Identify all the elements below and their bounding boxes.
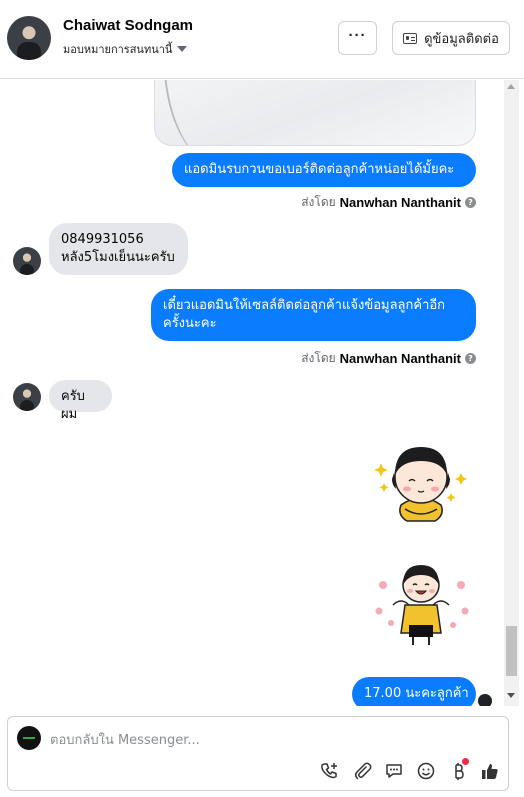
thread-scrollbar[interactable] xyxy=(504,80,519,706)
help-icon[interactable]: ? xyxy=(465,197,476,208)
message-bubble-incoming[interactable]: ครับผม xyxy=(49,380,112,422)
more-icon: ··· xyxy=(348,26,367,44)
contact-avatar-small[interactable] xyxy=(13,383,41,411)
add-call-button[interactable] xyxy=(314,758,346,784)
sticker-girl-cheering[interactable] xyxy=(369,563,473,647)
like-button[interactable] xyxy=(474,758,506,784)
sent-by-prefix: ส่งโดย xyxy=(301,195,336,209)
view-contact-info-label: ดูข้อมูลติดต่อ xyxy=(424,30,499,46)
message-text-line: ครั้งนะคะ xyxy=(163,316,217,331)
message-text: 17.00 นะคะลูกค้า xyxy=(364,686,469,701)
chevron-down-icon xyxy=(177,46,188,52)
sticker-girl-blushing[interactable] xyxy=(369,435,473,525)
conversation-header: Chaiwat Sodngam มอบหมายการสนทนานี้ ··· ด… xyxy=(0,0,524,79)
seen-indicator-avatar xyxy=(478,694,492,706)
attach-file-button[interactable] xyxy=(346,758,378,784)
message-thread: แอดมินรบกวนขอเบอร์ติดต่อลูกค้าหน่อยได้มั… xyxy=(0,80,504,706)
sent-by-name: Nanwhan Nanthanit xyxy=(339,195,461,210)
message-bubble-outgoing[interactable]: 17.00 นะคะลูกค้า xyxy=(352,677,476,706)
contact-avatar-small[interactable] xyxy=(13,247,41,275)
sent-by-label: ส่งโดย Nanwhan Nanthanit ? xyxy=(301,349,476,368)
assign-conversation-dropdown[interactable]: มอบหมายการสนทนานี้ xyxy=(63,40,188,58)
emoji-button[interactable] xyxy=(410,758,442,784)
message-text-line: หลัง5โมงเย็นนะครับ xyxy=(61,250,175,265)
message-text-line: 0849931056 xyxy=(61,232,144,247)
assign-conversation-label: มอบหมายการสนทนานี้ xyxy=(63,44,173,56)
attachment-icon xyxy=(355,762,372,780)
more-options-button[interactable]: ··· xyxy=(338,21,377,55)
like-icon xyxy=(482,764,498,779)
message-bubble-outgoing[interactable]: เดี๋ยวแอดมินให้เซลล์ติดต่อลูกค้าแจ้งข้อม… xyxy=(151,289,476,341)
saved-replies-button[interactable] xyxy=(378,758,410,784)
composer-toolbar xyxy=(314,758,506,784)
messenger-conversation-panel: Chaiwat Sodngam มอบหมายการสนทนานี้ ··· ด… xyxy=(0,0,524,797)
sent-by-name: Nanwhan Nanthanit xyxy=(339,351,461,366)
scroll-down-arrow-icon[interactable] xyxy=(507,693,515,698)
message-bubble-outgoing[interactable]: แอดมินรบกวนขอเบอร์ติดต่อลูกค้าหน่อยได้มั… xyxy=(172,153,476,187)
sent-by-prefix: ส่งโดย xyxy=(301,351,336,365)
reply-input[interactable] xyxy=(50,729,490,751)
contact-avatar[interactable] xyxy=(7,16,51,60)
message-text: ครับผม xyxy=(61,389,85,422)
message-text: แอดมินรบกวนขอเบอร์ติดต่อลูกค้าหน่อยได้มั… xyxy=(184,162,455,177)
payment-button[interactable] xyxy=(442,758,474,784)
scroll-thumb[interactable] xyxy=(506,626,517,676)
contact-name[interactable]: Chaiwat Sodngam xyxy=(63,17,193,34)
view-contact-info-button[interactable]: ดูข้อมูลติดต่อ xyxy=(392,21,510,55)
message-text-line: เดี๋ยวแอดมินให้เซลล์ติดต่อลูกค้าแจ้งข้อม… xyxy=(163,298,446,313)
scroll-up-arrow-icon[interactable] xyxy=(507,84,515,89)
notification-dot xyxy=(462,758,469,765)
page-avatar xyxy=(17,726,41,750)
add-call-icon xyxy=(321,763,337,779)
saved-reply-icon xyxy=(386,764,402,778)
sent-by-label: ส่งโดย Nanwhan Nanthanit ? xyxy=(301,193,476,212)
image-message[interactable] xyxy=(154,80,476,146)
message-bubble-incoming[interactable]: 0849931056 หลัง5โมงเย็นนะครับ xyxy=(49,223,188,275)
emoji-icon xyxy=(417,762,435,780)
contact-card-icon xyxy=(403,32,418,44)
help-icon[interactable]: ? xyxy=(465,353,476,364)
reply-composer xyxy=(7,716,509,791)
